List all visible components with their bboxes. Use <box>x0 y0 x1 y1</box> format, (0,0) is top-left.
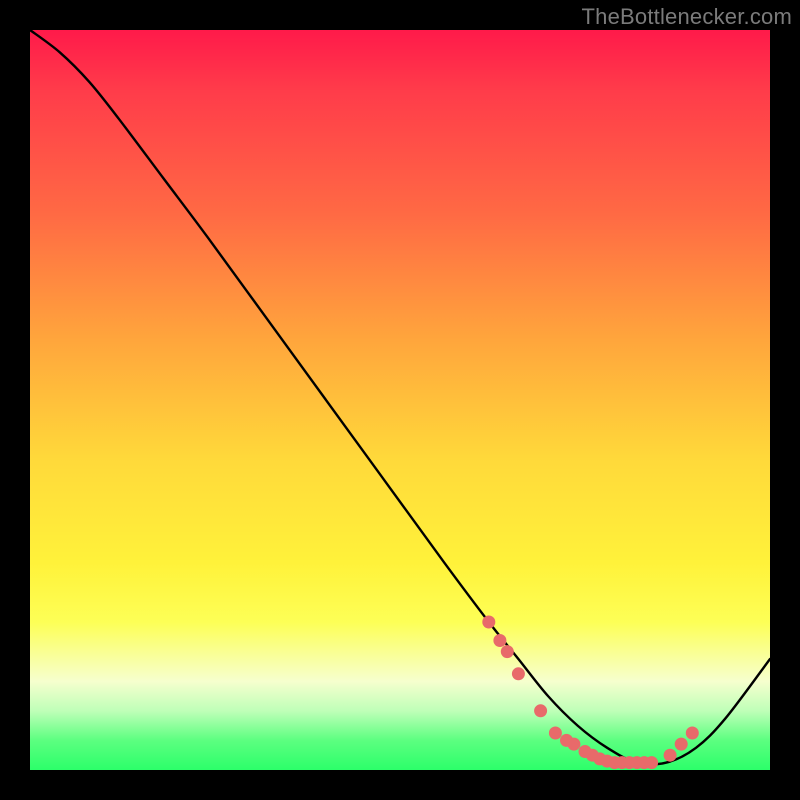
marker-dot <box>501 645 514 658</box>
attribution-text: TheBottlenecker.com <box>582 4 792 30</box>
marker-dot <box>493 634 506 647</box>
marker-dot <box>664 749 677 762</box>
marker-dot <box>534 704 547 717</box>
marker-dot <box>686 727 699 740</box>
marker-dot <box>567 738 580 751</box>
marker-dot <box>482 616 495 629</box>
marker-dots <box>482 616 699 770</box>
marker-dot <box>512 667 525 680</box>
marker-dot <box>549 727 562 740</box>
bottleneck-curve <box>30 30 770 764</box>
curve-layer <box>30 30 770 770</box>
chart-frame: TheBottlenecker.com <box>0 0 800 800</box>
marker-dot <box>645 756 658 769</box>
plot-area <box>30 30 770 770</box>
marker-dot <box>675 738 688 751</box>
